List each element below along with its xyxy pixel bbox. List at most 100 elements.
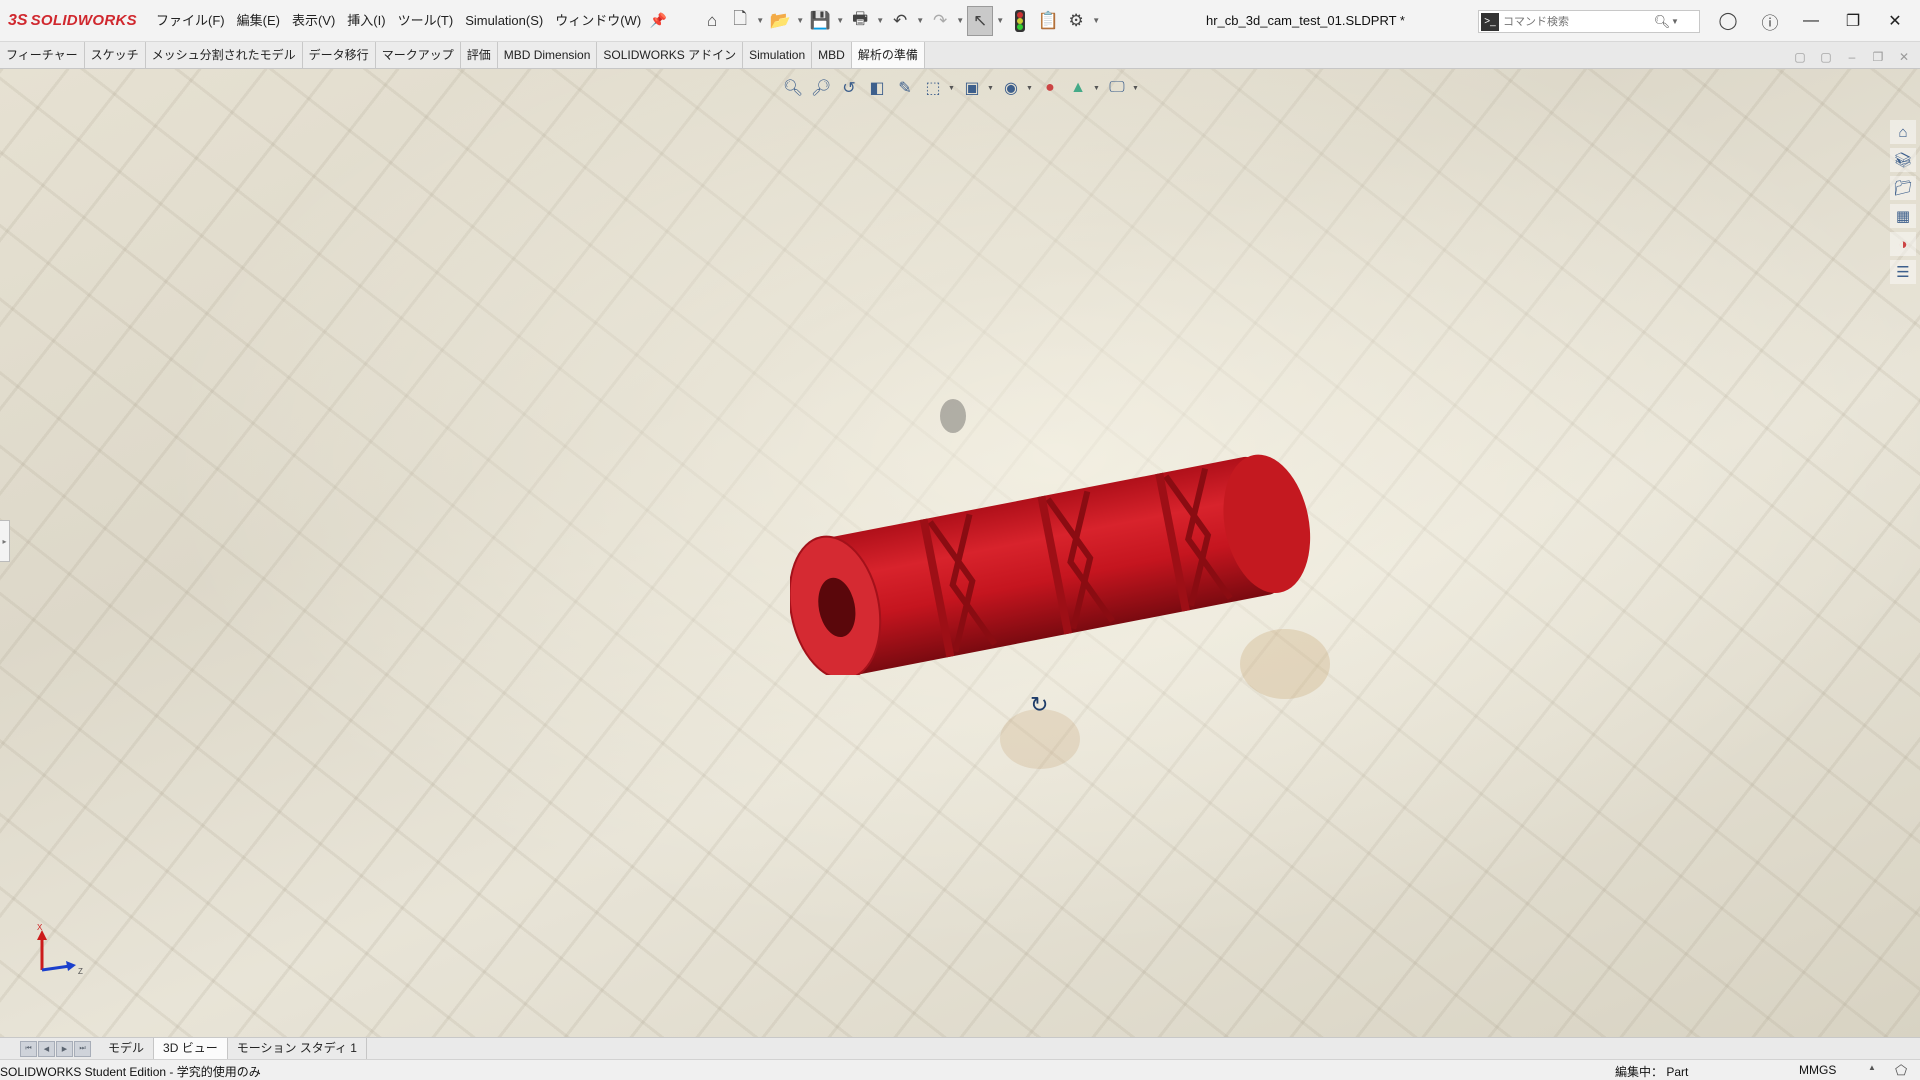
search-icon[interactable]: 🔍︎ (1653, 14, 1671, 30)
file-properties-icon[interactable]: 📋 (1035, 6, 1061, 36)
open-icon[interactable]: 📂 (767, 6, 793, 36)
apply-scene-icon[interactable]: ▲ (1065, 76, 1091, 100)
customize-status-bar-icon[interactable]: ⬠ (1895, 1062, 1907, 1079)
tab-sketch[interactable]: スケッチ (84, 42, 146, 68)
pin-menu-icon[interactable]: 📌 (647, 12, 669, 29)
background-texture-patch (940, 399, 966, 433)
file-explorer-icon[interactable]: 📁︎ (1890, 176, 1916, 200)
hide-show-items-icon[interactable]: ◉ (998, 76, 1024, 100)
home-icon[interactable]: ⌂ (699, 6, 725, 36)
command-search-box[interactable]: >_ 🔍︎ ▼ (1478, 10, 1700, 33)
next-tab-icon[interactable]: ▶ (56, 1040, 73, 1057)
triad-z-label: Z (78, 967, 83, 976)
undo-icon[interactable]: ↶ (887, 6, 913, 36)
open-dropdown-icon[interactable]: ▼ (795, 16, 805, 25)
command-manager-tabs: フィーチャー スケッチ メッシュ分割されたモデル データ移行 マークアップ 評価… (0, 42, 1920, 69)
view-orientation-dropdown-icon[interactable]: ▼ (948, 85, 957, 92)
menu-insert[interactable]: 挿入(I) (341, 0, 391, 42)
tab-simulation[interactable]: Simulation (743, 42, 813, 68)
zoom-to-area-icon[interactable]: 🔎︎ (808, 76, 834, 100)
redo-dropdown-icon[interactable]: ▼ (955, 16, 965, 25)
tile-right-icon[interactable]: ▢ (1816, 48, 1836, 66)
traffic-light-icon[interactable] (1007, 6, 1033, 36)
minimize-button[interactable]: — (1788, 0, 1834, 42)
tab-features[interactable]: フィーチャー (0, 42, 85, 68)
tab-solidworks-addins[interactable]: SOLIDWORKS アドイン (597, 42, 744, 68)
options-dropdown-icon[interactable]: ▼ (1091, 16, 1101, 25)
custom-properties-icon[interactable]: ☰ (1890, 260, 1916, 284)
menu-window[interactable]: ウィンドウ(W) (549, 0, 647, 42)
doc-minimize-icon[interactable]: – (1842, 48, 1862, 66)
main-menu: ファイル(F) 編集(E) 表示(V) 挿入(I) ツール(T) Simulat… (150, 0, 669, 42)
heads-up-view-toolbar: 🔍︎ 🔎︎ ↺ ◧ ✎ ⬚ ▼ ▣ ▼ ◉ ▼ ● ▲ ▼ 🖵︎ ▼ (780, 76, 1141, 100)
unit-system-dropdown-icon[interactable]: ▲ (1868, 1063, 1876, 1072)
print-icon[interactable]: 🖶 (847, 6, 873, 36)
display-style-icon[interactable]: ▣ (959, 76, 985, 100)
print-dropdown-icon[interactable]: ▼ (875, 16, 885, 25)
select-dropdown-icon[interactable]: ▼ (995, 16, 1005, 25)
menu-view[interactable]: 表示(V) (286, 0, 341, 42)
view-settings-icon[interactable]: 🖵︎ (1104, 76, 1130, 100)
design-library-icon[interactable]: 📚︎ (1890, 148, 1916, 172)
tab-meshed-model[interactable]: メッシュ分割されたモデル (145, 42, 303, 68)
new-dropdown-icon[interactable]: ▼ (755, 16, 765, 25)
doc-restore-icon[interactable]: ❐ (1868, 48, 1888, 66)
prev-tab-icon[interactable]: ◀ (38, 1040, 55, 1057)
view-settings-dropdown-icon[interactable]: ▼ (1132, 85, 1141, 92)
tab-analysis-preparation[interactable]: 解析の準備 (851, 42, 925, 68)
redo-icon[interactable]: ↷ (927, 6, 953, 36)
select-icon[interactable]: ↖ (967, 5, 994, 36)
undo-dropdown-icon[interactable]: ▼ (915, 16, 925, 25)
rotate-cursor-icon: ↻ (1030, 692, 1049, 717)
menu-simulation[interactable]: Simulation(S) (459, 0, 549, 42)
appearances-icon[interactable]: ◑ (1890, 232, 1916, 256)
tile-left-icon[interactable]: ▢ (1790, 48, 1810, 66)
zoom-to-fit-icon[interactable]: 🔍︎ (780, 76, 806, 100)
new-document-icon[interactable]: 🗋 (727, 6, 753, 36)
feature-manager-collapse-handle[interactable]: ▸ (0, 520, 10, 562)
last-tab-icon[interactable]: ⏭ (74, 1040, 91, 1057)
tab-markup[interactable]: マークアップ (375, 42, 461, 68)
command-prompt-icon: >_ (1481, 12, 1499, 31)
document-title: hr_cb_3d_cam_test_01.SLDPRT * (1206, 13, 1405, 28)
apply-scene-dropdown-icon[interactable]: ▼ (1093, 85, 1102, 92)
editing-status: 編集中： Part (1615, 1065, 1689, 1079)
solidworks-resources-icon[interactable]: ⌂ (1890, 120, 1916, 144)
view-palette-icon[interactable]: ▦ (1890, 204, 1916, 228)
restore-button[interactable]: ❐ (1830, 0, 1876, 42)
previous-view-icon[interactable]: ↺ (836, 76, 862, 100)
command-search-input[interactable] (1503, 15, 1653, 28)
tab-mbd-dimension[interactable]: MBD Dimension (497, 42, 598, 68)
search-dropdown-icon[interactable]: ▼ (1671, 17, 1683, 26)
options-gear-icon[interactable]: ⚙ (1063, 6, 1089, 36)
save-dropdown-icon[interactable]: ▼ (835, 16, 845, 25)
doc-close-icon[interactable]: ✕ (1894, 48, 1914, 66)
red-cam-roller-part[interactable] (790, 445, 1340, 675)
display-style-dropdown-icon[interactable]: ▼ (987, 85, 996, 92)
dynamic-annotation-icon[interactable]: ✎ (892, 76, 918, 100)
tab-3d-view[interactable]: 3D ビュー (154, 1038, 228, 1059)
first-tab-icon[interactable]: ⏮ (20, 1040, 37, 1057)
tab-data-migration[interactable]: データ移行 (302, 42, 376, 68)
reference-triad: X Z (37, 923, 83, 976)
save-icon[interactable]: 💾 (807, 6, 833, 36)
user-account-icon[interactable]: ◯ (1716, 9, 1740, 33)
solidworks-logo[interactable]: 3S SOLIDWORKS (0, 0, 150, 42)
hide-show-dropdown-icon[interactable]: ▼ (1026, 85, 1035, 92)
tab-model[interactable]: モデル (99, 1038, 155, 1059)
menu-edit[interactable]: 編集(E) (231, 0, 286, 42)
menu-tools[interactable]: ツール(T) (392, 0, 460, 42)
close-button[interactable]: ✕ (1872, 0, 1918, 42)
section-view-icon[interactable]: ◧ (864, 76, 890, 100)
tab-evaluate[interactable]: 評価 (460, 42, 498, 68)
tab-motion-study-1[interactable]: モーション スタディ 1 (228, 1038, 367, 1059)
edit-appearance-icon[interactable]: ● (1037, 76, 1063, 100)
tab-scroll-arrows: ⏮ ◀ ▶ ⏭ (0, 1038, 91, 1059)
view-orientation-icon[interactable]: ⬚ (920, 76, 946, 100)
help-icon[interactable]: ⓘ (1758, 9, 1782, 33)
title-bar: 3S SOLIDWORKS ファイル(F) 編集(E) 表示(V) 挿入(I) … (0, 0, 1920, 42)
app-name: SOLIDWORKS (30, 12, 137, 29)
menu-file[interactable]: ファイル(F) (150, 0, 231, 42)
unit-system[interactable]: MMGS (1799, 1063, 1836, 1077)
tab-mbd[interactable]: MBD (812, 42, 852, 68)
